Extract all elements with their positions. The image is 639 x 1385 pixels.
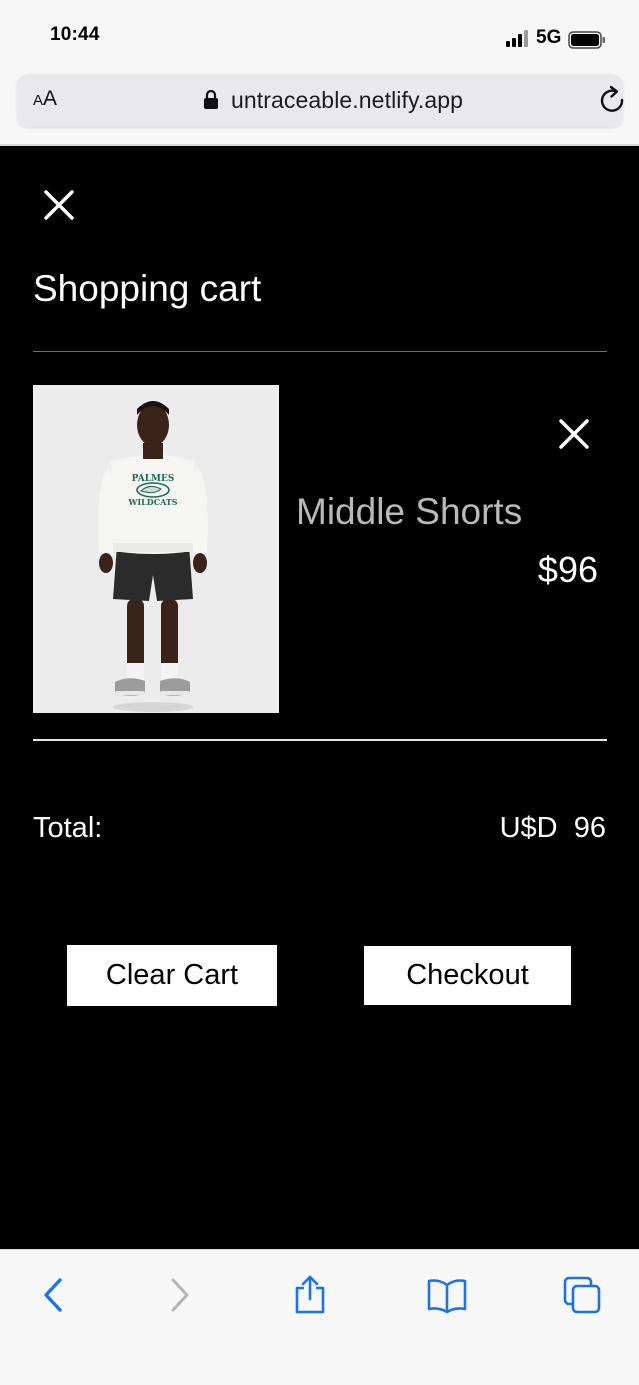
remove-item-icon[interactable] [556, 416, 592, 452]
book-icon[interactable] [427, 1275, 467, 1315]
close-icon[interactable] [40, 186, 78, 224]
share-icon[interactable] [290, 1275, 330, 1315]
total-value: U$D 96 [500, 812, 606, 845]
total-currency: U$D [499, 812, 558, 844]
divider [33, 739, 607, 741]
chevron-left-icon[interactable] [34, 1275, 74, 1315]
signal-icon [506, 30, 528, 47]
total-amount: 96 [573, 812, 606, 844]
reload-icon[interactable] [597, 85, 629, 117]
address-bar[interactable]: A A untraceable.netlify.app [17, 74, 624, 127]
product-photo-illustration: PALMES WILDCATS [33, 385, 279, 713]
product-image: PALMES WILDCATS [33, 385, 279, 713]
text-size-button[interactable]: A A [33, 87, 57, 115]
total-label: Total: [33, 812, 103, 844]
tabs-icon[interactable] [562, 1275, 602, 1315]
shirt-print-bottom: WILDCATS [127, 497, 177, 507]
battery-icon [568, 31, 605, 49]
network-label: 5G [536, 27, 562, 48]
checkout-button[interactable]: Checkout [364, 946, 571, 1005]
text-size-large-label: A [43, 87, 58, 110]
status-time: 10:44 [50, 24, 100, 45]
text-size-small-label: A [33, 92, 44, 109]
divider [33, 351, 607, 352]
cart-title: Shopping cart [33, 268, 262, 309]
url-text[interactable]: untraceable.netlify.app [231, 87, 463, 114]
lock-icon [204, 89, 218, 109]
browser-toolbar [0, 1249, 639, 1385]
clear-cart-button[interactable]: Clear Cart [67, 945, 277, 1006]
chevron-right-icon[interactable] [159, 1275, 199, 1315]
product-price: $96 [537, 549, 598, 590]
product-name[interactable]: Middle Shorts [296, 491, 522, 533]
cart-panel: Shopping cart PALMES WILDCATS Middle Sho… [0, 146, 639, 1249]
status-bar: 10:44 5G [0, 0, 639, 70]
